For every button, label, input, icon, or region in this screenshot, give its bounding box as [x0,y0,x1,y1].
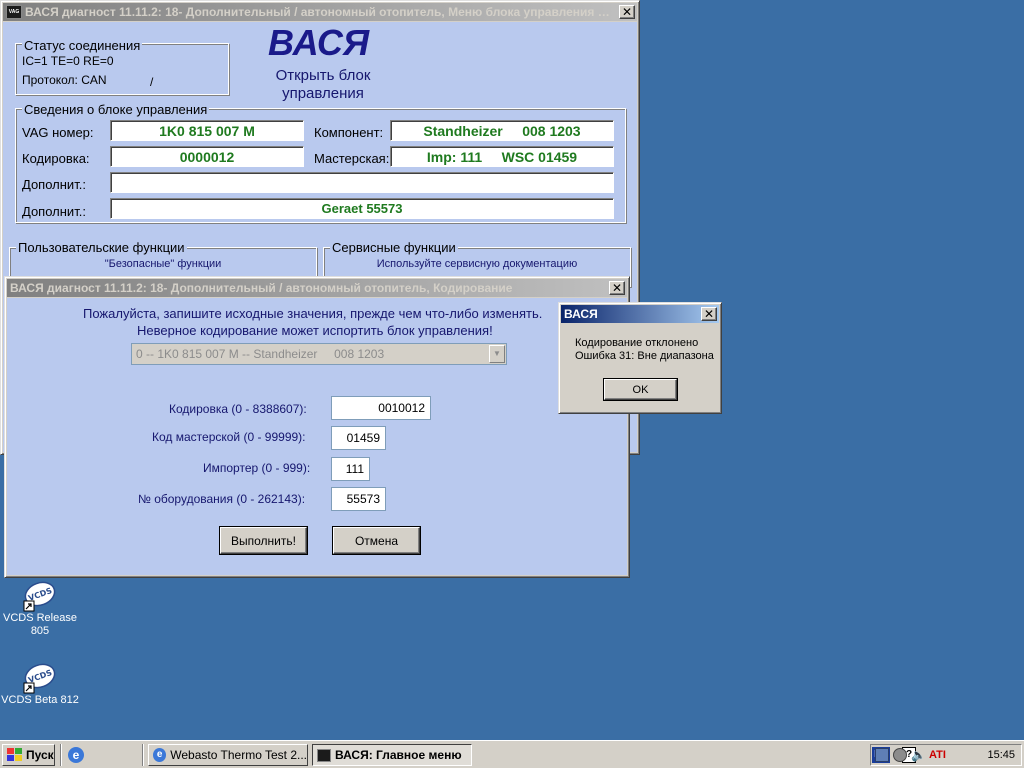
extra1-field [110,172,614,193]
protocol-text: Протокол: CAN [22,73,107,87]
speaker-icon[interactable]: 🔈 [911,748,926,762]
ie-icon: e [153,748,167,762]
extra2-field: Geraet 55573 [110,198,614,219]
close-icon[interactable]: ✕ [609,281,625,295]
display-icon[interactable]: ATI [929,748,946,762]
execute-button[interactable]: Выполнить! [220,527,307,554]
task-label: ВАСЯ: Главное меню [335,748,462,762]
importer-label: Импортер (0 - 999): [203,461,311,475]
start-label: Пуск [26,748,54,762]
desktop-icon-vcds-release[interactable]: VCDS VCDS Release 805 [0,580,80,638]
taskbar: Пуск e e Webasto Thermo Test 2... ВАСЯ: … [0,740,1024,768]
coding-window-titlebar[interactable]: ВАСЯ диагност 11.11.2: 18- Дополнительны… [7,279,627,297]
component-field: Standheizer 008 1203 [390,120,614,141]
coding-value-label: Кодировка (0 - 8388607): [169,402,307,416]
open-block-line1[interactable]: Открыть блок [271,67,375,84]
task-vasya-main-menu[interactable]: ВАСЯ: Главное меню [312,744,472,766]
coding-window-title: ВАСЯ диагност 11.11.2: 18- Дополнительны… [10,281,513,295]
error-dialog-title: ВАСЯ [564,307,598,321]
warning-line2: Неверное кодирование может испортить бло… [137,323,493,338]
windows-logo-icon [7,748,23,762]
task-label: Webasto Thermo Test 2... [170,748,307,762]
error-message-line1: Кодирование отклонено [575,337,699,349]
desktop-icon-vcds-beta[interactable]: VCDS VCDS Beta 812 [0,662,80,707]
workshop-label: Мастерская: [314,151,390,166]
coding-label: Кодировка: [22,151,90,166]
desktop-icon-label: VCDS Release [3,612,77,624]
extra1-label: Дополнит.: [22,177,86,192]
network-icon[interactable] [875,748,889,762]
equipment-number-input[interactable]: 55573 [331,487,386,511]
user-functions-title: Пользовательские функции [16,240,187,255]
taskbar-separator [142,744,144,766]
system-tray: 🔈 ATI 15:45 [870,744,1022,766]
coding-window: ВАСЯ диагност 11.11.2: 18- Дополнительны… [4,276,630,578]
component-label: Компонент: [314,125,384,140]
coding-field: 0000012 [110,146,304,167]
coding-window-client: Пожалуйста, запишите исходные значения, … [7,298,627,575]
main-window-title: ВАСЯ диагност 11.11.2: 18- Дополнительны… [25,5,619,19]
taskbar-separator [60,744,62,766]
coding-value-input[interactable]: 0010012 [331,396,431,420]
error-dialog-titlebar[interactable]: ВАСЯ ✕ [561,305,719,323]
error-message-line2: Ошибка 31: Вне диапазона [575,350,714,362]
chevron-down-icon[interactable]: ▼ [489,345,505,363]
control-unit-info-title: Сведения о блоке управления [22,102,210,117]
close-icon[interactable]: ✕ [619,5,635,19]
protocol-slash: / [150,75,154,89]
service-functions-title: Сервисные функции [330,240,458,255]
close-icon[interactable]: ✕ [701,307,717,321]
extra2-label: Дополнит.: [22,204,86,219]
workshop-code-label: Код мастерской (0 - 99999): [152,430,306,444]
vcds-shortcut-icon: VCDS [23,663,56,694]
app-logo: ВАСЯ [268,22,370,63]
service-functions-subtitle: Используйте сервисную документацию [376,258,578,270]
module-select[interactable]: 0 -- 1K0 815 007 M -- Standheizer 008 12… [131,343,507,365]
main-window-titlebar[interactable]: VAG ВАСЯ диагност 11.11.2: 18- Дополните… [3,3,637,21]
importer-input[interactable]: 111 [331,457,370,481]
vasya-app-icon: VAG [6,5,22,19]
cancel-button[interactable]: Отмена [333,527,420,554]
desktop-icon-label-line2: 805 [30,625,50,637]
user-functions-subtitle: "Безопасные" функции [104,258,222,270]
clock[interactable]: 15:45 [987,749,1015,761]
ok-button[interactable]: OK [604,379,677,400]
ie-icon[interactable]: e [68,747,84,763]
workshop-code-input[interactable]: 01459 [331,426,386,450]
desktop-icon-label: VCDS Beta 812 [1,694,79,706]
start-button[interactable]: Пуск [2,744,55,766]
error-dialog: ВАСЯ ✕ Кодирование отклонено Ошибка 31: … [558,302,722,414]
vcds-shortcut-icon: VCDS [23,581,56,612]
open-block-line2[interactable]: управления [271,85,375,102]
vasya-app-icon [317,748,331,762]
volume-icon[interactable] [893,748,907,762]
module-select-value: 0 -- 1K0 815 007 M -- Standheizer 008 12… [136,347,385,361]
workshop-field: Imp: 111 WSC 01459 [390,146,614,167]
vag-number-field: 1K0 815 007 M [110,120,304,141]
task-webasto[interactable]: e Webasto Thermo Test 2... [148,744,308,766]
connection-status-line1: IC=1 TE=0 RE=0 [22,54,114,68]
vag-number-label: VAG номер: [22,125,94,140]
connection-status-title: Статус соединения [22,38,143,53]
warning-line1: Пожалуйста, запишите исходные значения, … [83,306,543,321]
equipment-number-label: № оборудования (0 - 262143): [138,492,306,506]
